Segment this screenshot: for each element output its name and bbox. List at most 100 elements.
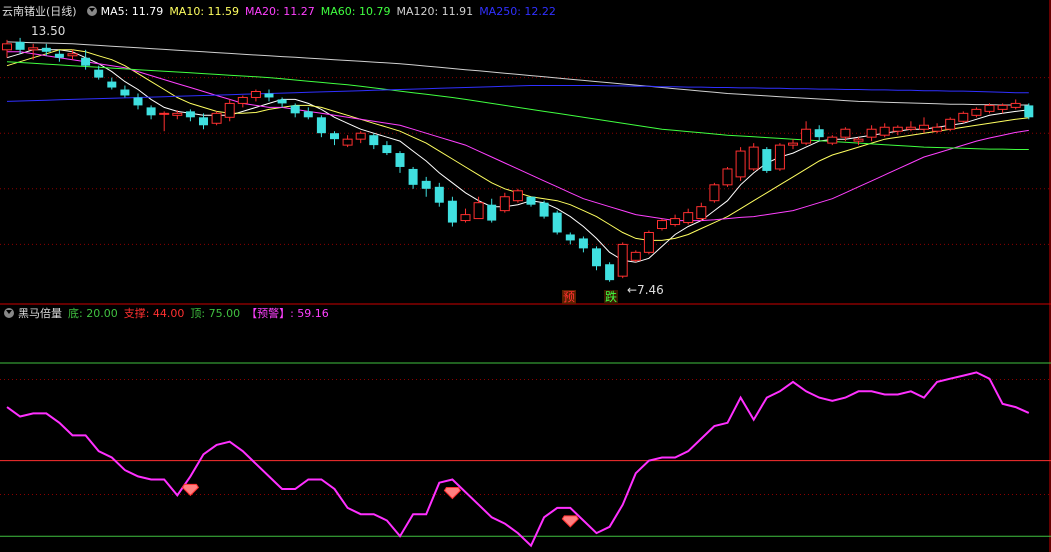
candle-body: [499, 196, 510, 212]
candle-body: [709, 184, 720, 202]
candle-body: [670, 218, 681, 226]
low-price-label: ←7.46: [627, 283, 664, 297]
candle-body: [447, 200, 457, 223]
candle-body: [526, 196, 536, 205]
indicator-legend-1: 支撑: 44.00: [123, 307, 185, 320]
signal-drop-label: 跌: [604, 290, 619, 304]
candle-body: [303, 111, 313, 118]
candle-body: [434, 186, 444, 203]
candle-body: [185, 111, 195, 118]
candle-body: [250, 91, 261, 98]
candle-body: [630, 251, 641, 261]
candle-body: [735, 150, 746, 178]
diamond-marker: [181, 483, 200, 497]
candle-body: [512, 190, 523, 202]
candle-body: [146, 107, 156, 116]
candle-body: [578, 238, 588, 249]
candle-body: [15, 41, 25, 50]
candle-body: [1010, 102, 1021, 108]
candle-body: [788, 142, 798, 146]
candle-body: [840, 128, 851, 138]
candle-body: [984, 104, 995, 112]
ma-line-ma5: [6, 49, 1029, 263]
candle-body: [539, 202, 549, 217]
candle-body: [605, 264, 615, 281]
candle-body: [382, 145, 392, 154]
candle-body: [919, 124, 929, 130]
candle-body: [199, 117, 208, 126]
candle-body: [67, 53, 78, 57]
candle-body: [107, 81, 117, 88]
indicator-legend-0: 底: 20.00: [68, 307, 118, 320]
main-chart-header: 云南锗业(日线) MA5: 11.79 MA10: 11.59 MA20: 11.27…: [2, 4, 568, 20]
candle-body: [460, 214, 471, 222]
candle-body: [290, 105, 300, 114]
candle-body: [369, 135, 379, 146]
candle-body: [853, 138, 864, 142]
candle-body: [172, 112, 183, 116]
candle-body: [722, 168, 733, 186]
candle-body: [748, 146, 759, 170]
candle-body: [355, 132, 366, 140]
candle-body: [945, 118, 956, 130]
candle-body: [120, 89, 130, 96]
ma-legend-4: MA120: 11.91: [396, 5, 474, 18]
ma-legend-5: MA250: 12.22: [479, 5, 556, 18]
diamond-marker: [561, 515, 579, 528]
candle-body: [395, 153, 405, 167]
indicator-title: 黑马倍量: [18, 307, 62, 320]
candle-body: [81, 57, 91, 66]
ma-line-ma250: [6, 85, 1029, 102]
candle-body: [237, 96, 248, 104]
candle-body: [159, 112, 170, 115]
candle-body: [41, 47, 51, 52]
signal-pre-label: 预: [562, 290, 577, 304]
indicator-line: [6, 371, 1030, 548]
candle-body: [473, 202, 484, 220]
candle-body: [264, 93, 274, 98]
candle-body: [958, 112, 969, 122]
ma-legend-2: MA20: 11.27: [245, 5, 315, 18]
candle-body: [879, 126, 890, 136]
indicator-header: 黑马倍量 底: 20.00 支撑: 44.00 顶: 75.00 【预警】: 59.16: [2, 306, 341, 322]
candle-body: [801, 128, 812, 144]
candle-body: [54, 53, 64, 58]
candle-body: [892, 126, 903, 132]
candle-body: [827, 136, 838, 144]
candle-body: [905, 126, 916, 130]
stock-chart[interactable]: [0, 0, 1051, 552]
candle-body: [552, 212, 562, 233]
candle-body: [592, 248, 601, 267]
candle-body: [211, 112, 222, 124]
candle-body: [932, 126, 943, 132]
high-price-label: 13.50: [31, 24, 66, 38]
candle-body: [866, 128, 877, 138]
candle-body: [643, 231, 654, 253]
candle-body: [683, 212, 694, 224]
diamond-marker: [443, 487, 462, 500]
candle-body: [342, 138, 353, 146]
candle-body: [1024, 105, 1034, 118]
candle-body: [2, 43, 12, 51]
candle-body: [133, 97, 143, 106]
candle-body: [330, 133, 339, 140]
ma-legend-3: MA60: 10.79: [320, 5, 391, 18]
candle-body: [617, 243, 628, 277]
candle-body: [657, 220, 667, 230]
candle-body: [28, 47, 39, 51]
ma-legend-1: MA10: 11.59: [169, 5, 240, 18]
dropdown-icon[interactable]: [86, 6, 97, 16]
stock-title: 云南锗业(日线): [2, 5, 77, 18]
indicator-legend-2: 顶: 75.00: [190, 307, 241, 320]
indicator-legend-3: 【预警】: 59.16: [246, 307, 329, 320]
candle-body: [814, 129, 824, 138]
candle-body: [277, 99, 287, 104]
candle-body: [408, 168, 418, 185]
candle-body: [696, 206, 707, 220]
ma-legend-0: MA5: 11.79: [100, 5, 164, 18]
candle-body: [224, 102, 235, 118]
candle-body: [997, 104, 1008, 110]
candle-body: [565, 234, 575, 241]
candle-body: [971, 108, 982, 116]
dropdown-icon[interactable]: [4, 308, 14, 318]
